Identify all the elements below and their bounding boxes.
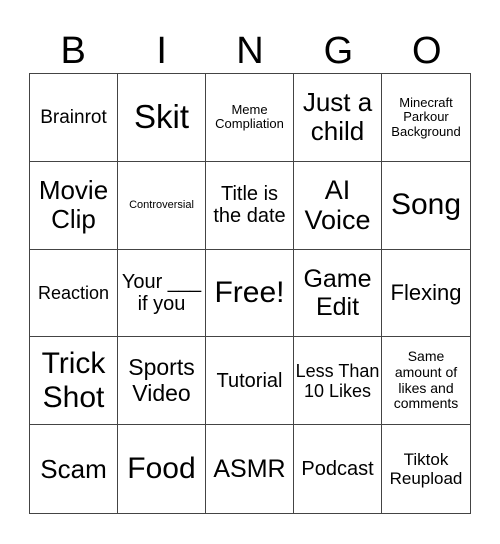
bingo-cell[interactable]: Scam [30, 425, 118, 513]
header-letter-i: I [156, 30, 167, 72]
bingo-cell[interactable]: Less Than 10 Likes [294, 337, 382, 426]
bingo-cell[interactable]: Game Edit [294, 249, 382, 338]
bingo-cell[interactable]: Sports Video [118, 337, 206, 426]
bingo-cell[interactable]: Movie Clip [30, 161, 118, 250]
bingo-cell[interactable]: Food [118, 425, 206, 513]
bingo-cell[interactable]: Skit [118, 74, 206, 162]
bingo-cell[interactable]: Minecraft Parkour Background [382, 74, 470, 162]
bingo-cell[interactable]: Podcast [294, 425, 382, 513]
bingo-cell[interactable]: Brainrot [30, 74, 118, 162]
bingo-cell[interactable]: Flexing [382, 250, 470, 338]
bingo-header: B I N G O [29, 30, 471, 72]
bingo-cell[interactable]: Same amount of likes and comments [382, 337, 470, 426]
bingo-cell[interactable]: Song [382, 162, 470, 250]
bingo-cell[interactable]: Reaction [30, 249, 118, 338]
bingo-cell[interactable]: Title is the date [206, 161, 294, 250]
bingo-cell[interactable]: ASMR [206, 425, 294, 513]
header-letter-g: G [323, 30, 354, 72]
bingo-cell[interactable]: AI Voice [294, 161, 382, 250]
bingo-cell[interactable]: Meme Compliation [206, 74, 294, 162]
header-letter-o: O [412, 30, 442, 72]
bingo-grid: Brainrot Skit Meme Compliation Just a ch… [29, 73, 471, 514]
bingo-cell[interactable]: Controversial [118, 161, 206, 250]
header-letter-n: N [236, 30, 264, 72]
bingo-cell[interactable]: Just a child [294, 74, 382, 162]
bingo-cell[interactable]: Your ___ if you [118, 249, 206, 338]
free-space[interactable]: Free! [206, 249, 294, 338]
bingo-cell[interactable]: Trick Shot [30, 337, 118, 426]
header-letter-b: B [60, 30, 86, 72]
bingo-cell[interactable]: Tutorial [206, 337, 294, 426]
bingo-cell[interactable]: Tiktok Reupload [382, 425, 470, 513]
